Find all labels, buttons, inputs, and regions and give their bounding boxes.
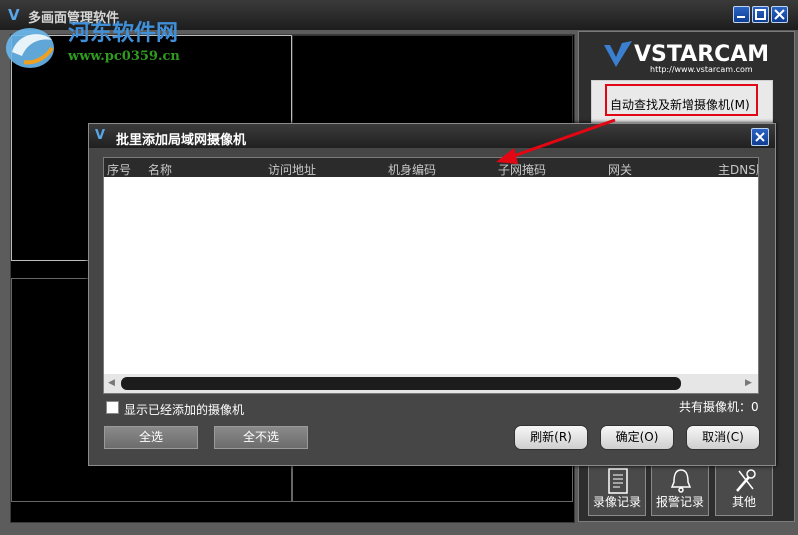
alarm-record-label: 报警记录 [655, 495, 704, 509]
show-added-label: 显示已经添加的摄像机 [124, 403, 245, 417]
close-button[interactable] [771, 6, 788, 23]
column-header-primary-dns[interactable]: 主DNS服 [718, 161, 758, 177]
refresh-button[interactable]: 刷新(R) [514, 425, 588, 450]
select-none-button[interactable]: 全不选 [214, 426, 308, 449]
dialog-close-button[interactable] [751, 128, 769, 146]
minimize-icon [737, 16, 745, 18]
column-header-index[interactable]: 序号 [107, 161, 131, 177]
tools-icon [736, 469, 756, 492]
other-label: 其他 [731, 495, 756, 509]
brand-name: VSTARCAM [634, 42, 767, 67]
scroll-right-arrow-icon[interactable]: ▶ [745, 378, 752, 388]
scrollbar-thumb[interactable] [121, 377, 681, 390]
red-arrow-annotation [496, 118, 616, 164]
show-added-checkbox[interactable] [106, 401, 119, 414]
select-all-button[interactable]: 全选 [104, 426, 198, 449]
close-icon [755, 132, 765, 142]
watermark-site-name: 河东软件网 [68, 21, 179, 46]
vstarcam-logo: VSTARCAM http://www.vstarcam.com [604, 41, 767, 74]
table-header: 序号 名称 访问地址 机身编码 子网掩码 网关 主DNS服 [104, 158, 758, 177]
watermark-url: www.pc0359.cn [68, 49, 180, 64]
minimize-button[interactable] [733, 6, 750, 23]
dialog-logo-icon: V [95, 128, 106, 143]
ok-button[interactable]: 确定(O) [600, 425, 674, 450]
maximize-icon [755, 9, 766, 20]
recording-record-button[interactable]: 录像记录 [588, 462, 646, 516]
auto-find-camera-label: 自动查找及新增摄像机(M) [610, 98, 750, 112]
table-body [104, 177, 758, 374]
brand-url: http://www.vstarcam.com [650, 65, 753, 74]
other-button[interactable]: 其他 [715, 462, 773, 516]
close-icon [774, 9, 785, 20]
alarm-bell-icon [670, 469, 692, 493]
column-header-address[interactable]: 访问地址 [268, 161, 316, 177]
camera-total-count: 共有摄像机：0 [679, 400, 759, 414]
alarm-record-button[interactable]: 报警记录 [651, 462, 709, 516]
column-header-name[interactable]: 名称 [148, 161, 172, 177]
column-header-device-id[interactable]: 机身编码 [388, 161, 436, 177]
recording-record-icon [608, 468, 628, 494]
cancel-button[interactable]: 取消(C) [686, 425, 760, 450]
scroll-left-arrow-icon[interactable]: ◀ [108, 378, 115, 388]
maximize-button[interactable] [752, 6, 769, 23]
app-logo-icon: V [8, 6, 20, 24]
watermark-logo [6, 28, 54, 68]
recording-record-label: 录像记录 [592, 495, 641, 509]
dialog-title: 批里添加局域网摄像机 [116, 133, 247, 148]
